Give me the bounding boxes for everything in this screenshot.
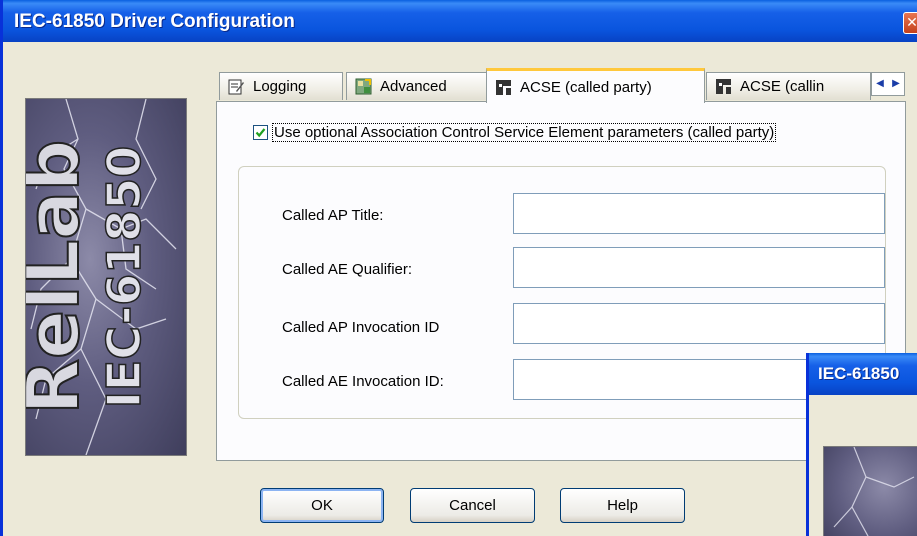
tab-label: ACSE (callin [740,78,825,95]
tab-label: ACSE (called party) [520,78,652,96]
advanced-icon [355,78,372,95]
acse-icon [716,79,731,94]
tab-scroll-right-icon[interactable]: ▶ [888,73,904,95]
help-button[interactable]: Help [560,488,685,523]
acse-called-party-panel: Use optional Association Control Service… [216,101,906,461]
close-button[interactable]: ✕ [903,12,917,34]
second-window-banner-image [823,446,917,536]
tab-strip: Logging Advanced ACSE (called party) ACS… [216,68,906,103]
called-ap-title-label: Called AP Title: [282,207,384,224]
tab-scroll-buttons: ◀ ▶ [871,72,905,96]
called-ae-qualifier-label: Called AE Qualifier: [282,261,413,278]
tab-acse-called-party[interactable]: ACSE (called party) [486,68,705,103]
ok-button[interactable]: OK [260,488,384,523]
tab-logging[interactable]: Logging [219,72,343,100]
checkmark-icon [255,128,266,138]
called-ae-qualifier-input[interactable] [513,247,885,288]
second-config-window[interactable]: IEC-61850 [806,353,917,536]
second-window-title: IEC-61850 [818,364,900,383]
acse-parameters-group: Called AP Title: Called AE Qualifier: Ca… [238,166,886,419]
cancel-button[interactable]: Cancel [410,488,535,523]
driver-config-window: IEC-61850 Driver Configuration ✕ RelLab … [0,0,917,536]
optional-acse-option[interactable]: Use optional Association Control Service… [253,123,777,142]
second-window-title-bar[interactable]: IEC-61850 [809,353,917,395]
tab-label: Logging [253,78,307,95]
tab-advanced[interactable]: Advanced [346,72,488,100]
called-ap-invocation-id-label: Called AP Invocation ID [282,319,440,336]
window-title: IEC-61850 Driver Configuration [14,11,295,32]
tab-acse-calling-party[interactable]: ACSE (callin [706,72,871,100]
tab-label: Advanced [380,78,447,95]
banner-logo-iec: IEC-61850 [97,146,151,408]
called-ae-invocation-id-label: Called AE Invocation ID: [282,373,444,390]
title-bar[interactable]: IEC-61850 Driver Configuration ✕ [3,0,917,42]
rellab-banner-image: RelLab IEC-61850 [25,98,187,456]
optional-acse-label: Use optional Association Control Service… [272,123,777,142]
banner-logo-rellab: RelLab [26,140,95,415]
called-ap-invocation-id-input[interactable] [513,303,885,344]
optional-acse-checkbox[interactable] [253,125,268,140]
logging-icon [228,79,244,95]
tab-scroll-left-icon[interactable]: ◀ [872,73,888,95]
acse-icon [496,79,511,95]
called-ap-title-input[interactable] [513,193,885,234]
